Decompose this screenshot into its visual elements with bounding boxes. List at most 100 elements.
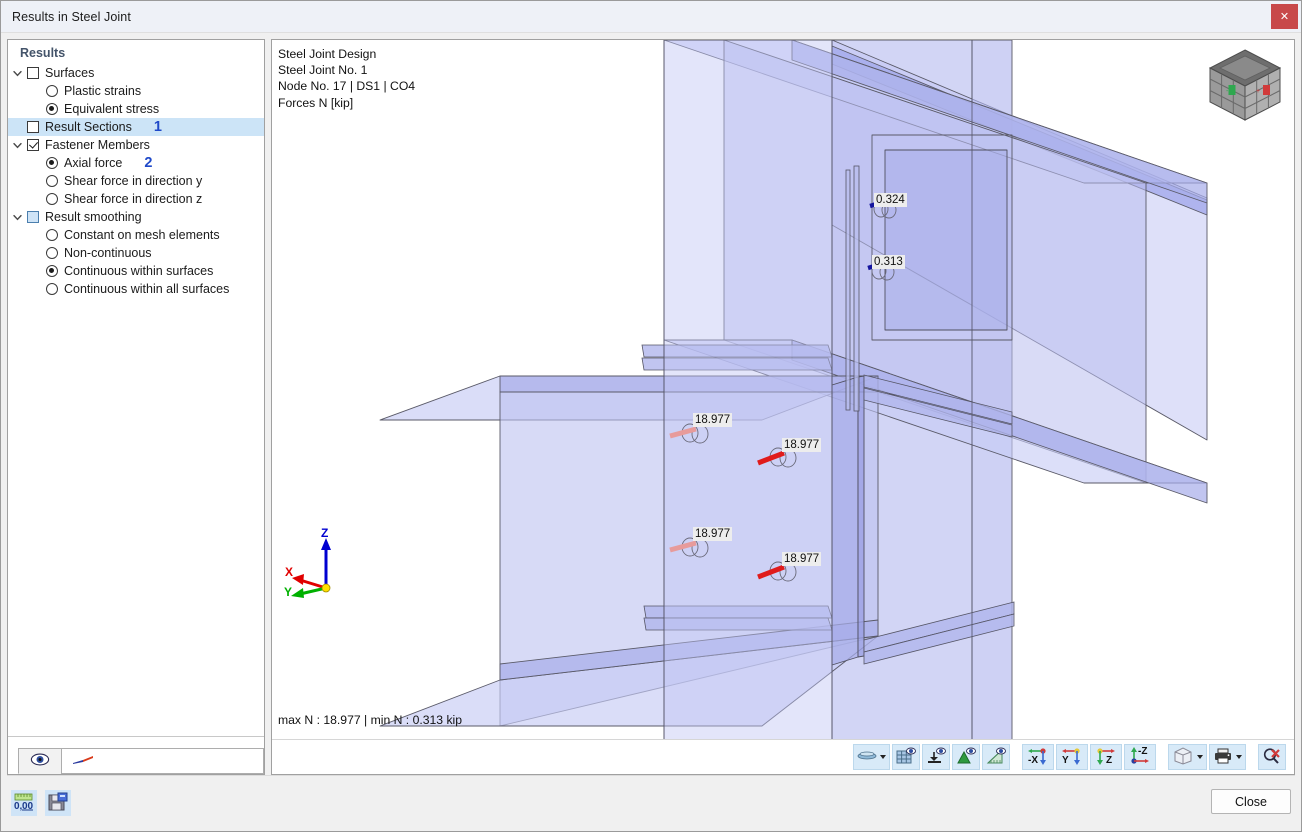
tree-item-non-continuous[interactable]: Non-continuous <box>8 244 264 262</box>
chevron-down-icon <box>880 755 886 759</box>
tree-item-continuous-within-surfaces[interactable]: Continuous within surfaces <box>8 262 264 280</box>
reset-zoom-button[interactable] <box>1258 744 1286 770</box>
header-line-1: Steel Joint No. 1 <box>278 63 368 78</box>
save-icon <box>47 792 69 815</box>
view-in-y-button[interactable]: Y <box>1056 744 1088 770</box>
radio-on[interactable] <box>46 103 58 115</box>
rendering-mode-button[interactable] <box>853 744 890 770</box>
decimal-places-button[interactable]: 0, 00 <box>11 790 37 816</box>
checkbox-unchecked[interactable] <box>27 121 39 133</box>
results-sidebar: Results Surfaces Plastic strains Equivalen… <box>7 39 265 775</box>
tree-item-surfaces[interactable]: Surfaces <box>8 64 264 82</box>
axis-minus-z-icon: -Z <box>1128 746 1152 769</box>
tree-item-axial-force[interactable]: Axial force 2 <box>8 154 264 172</box>
eye-icon <box>30 753 50 769</box>
results-heading: Results <box>20 46 66 60</box>
header-line-0: Steel Joint Design <box>278 47 377 61</box>
checkbox-unchecked[interactable] <box>27 67 39 79</box>
radio-off[interactable] <box>46 247 58 259</box>
chevron-down-icon[interactable] <box>8 141 27 150</box>
checkbox-checked[interactable] <box>27 139 39 151</box>
view-in-z-button[interactable]: Z <box>1090 744 1122 770</box>
radio-off[interactable] <box>46 229 58 241</box>
title-bar: Results in Steel Joint ✕ <box>1 1 1301 33</box>
isometric-view-button[interactable]: -Z <box>1124 744 1156 770</box>
svg-text:Y: Y <box>284 585 292 598</box>
save-settings-button[interactable] <box>45 790 71 816</box>
ruler-eye-icon <box>986 747 1006 768</box>
radio-off[interactable] <box>46 193 58 205</box>
svg-text:-Z: -Z <box>1138 746 1147 757</box>
tree-item-plastic-strains[interactable]: Plastic strains <box>8 82 264 100</box>
tree-item-constant-on-mesh-elements[interactable]: Constant on mesh elements <box>8 226 264 244</box>
view-cube-icon[interactable]: - + <box>1204 44 1286 129</box>
support-eye-icon <box>926 747 946 768</box>
annotation-number: 1 <box>153 119 162 135</box>
tree-item-shear-force-in-direction-y[interactable]: Shear force in direction y <box>8 172 264 190</box>
tree-item-equivalent-stress[interactable]: Equivalent stress <box>8 100 264 118</box>
tree-item-shear-force-in-direction-z[interactable]: Shear force in direction z <box>8 190 264 208</box>
window-title: Results in Steel Joint <box>12 9 131 24</box>
result-diagram-icon <box>71 753 95 769</box>
tree-item-result-smoothing[interactable]: Result smoothing <box>8 208 264 226</box>
axis-y-icon: Y <box>1060 746 1084 769</box>
force-value-label: 18.977 <box>782 438 822 452</box>
tree-item-label: Fastener Members <box>45 138 150 152</box>
tree-item-label: Constant on mesh elements <box>64 228 220 242</box>
axis-x-icon: -X <box>1026 746 1050 769</box>
radio-off[interactable] <box>46 175 58 187</box>
radio-off[interactable] <box>46 283 58 295</box>
chevron-down-icon-3 <box>1236 755 1242 759</box>
sidebar-tab-result-diagram[interactable] <box>61 748 105 774</box>
viewport-header: Steel Joint Design Steel Joint No. 1 Nod… <box>278 46 415 111</box>
tree-item-label: Equivalent stress <box>64 102 160 116</box>
svg-text:X: X <box>285 565 293 579</box>
radio-off[interactable] <box>46 85 58 97</box>
svg-text:+: + <box>1256 88 1260 95</box>
footer-divider <box>7 775 1295 776</box>
chevron-down-icon[interactable] <box>8 69 27 78</box>
radio-on[interactable] <box>46 157 58 169</box>
chevron-down-icon-2 <box>1197 755 1203 759</box>
view-toolbar: -X Y Z -Z <box>272 739 1294 774</box>
tree-item-label: Shear force in direction y <box>64 174 203 188</box>
results-in-steel-joint-window: Results in Steel Joint ✕ Results Surface… <box>0 0 1302 832</box>
tree-item-label: Result smoothing <box>45 210 142 224</box>
display-properties-button[interactable] <box>1168 744 1207 770</box>
dialog-footer: 0, 00 Close <box>1 775 1301 831</box>
close-button[interactable]: Close <box>1211 789 1291 814</box>
tree-item-result-sections[interactable]: Result Sections 1 <box>8 118 264 136</box>
view-in-minus-x-button[interactable]: -X <box>1022 744 1054 770</box>
tree-item-label: Surfaces <box>45 66 95 80</box>
header-line-2: Node No. 17 | DS1 | CO4 <box>278 79 416 94</box>
tree-item-label: Continuous within surfaces <box>64 264 214 278</box>
svg-text:Y: Y <box>1062 755 1069 766</box>
3d-viewport[interactable]: Steel Joint Design Steel Joint No. 1 Nod… <box>272 40 1294 739</box>
show-dimensions-button[interactable] <box>982 744 1010 770</box>
tree-item-label: Non-continuous <box>64 246 152 260</box>
sidebar-tab-visibility[interactable] <box>18 748 62 774</box>
force-value-label: 18.977 <box>782 552 822 566</box>
window-body: Results Surfaces Plastic strains Equivalen… <box>1 33 1301 775</box>
show-loads-button[interactable] <box>952 744 980 770</box>
show-grid-button[interactable] <box>892 744 920 770</box>
close-icon[interactable]: ✕ <box>1271 4 1298 29</box>
coordinate-axes-indicator: Z X Y <box>282 526 350 601</box>
chevron-down-icon[interactable] <box>8 213 27 222</box>
load-eye-icon <box>956 747 976 768</box>
radio-on[interactable] <box>46 265 58 277</box>
model-panel: Steel Joint Design Steel Joint No. 1 Nod… <box>271 39 1295 775</box>
axis-z-icon: Z <box>1094 746 1118 769</box>
svg-text:Z: Z <box>1106 755 1112 766</box>
tree-item-label: Continuous within all surfaces <box>64 282 230 296</box>
steel-joint-model <box>379 40 1208 739</box>
print-button[interactable] <box>1209 744 1246 770</box>
checkbox-partial[interactable] <box>27 211 39 223</box>
show-supports-button[interactable] <box>922 744 950 770</box>
result-extremes-status: max N : 18.977 | min N : 0.313 kip <box>278 713 463 727</box>
tree-item-fastener-members[interactable]: Fastener Members <box>8 136 264 154</box>
tree-item-continuous-within-all-surfaces[interactable]: Continuous within all surfaces <box>8 280 264 298</box>
tree-item-label: Shear force in direction z <box>64 192 203 206</box>
printer-icon <box>1213 747 1233 768</box>
force-value-label: 18.977 <box>693 527 733 541</box>
